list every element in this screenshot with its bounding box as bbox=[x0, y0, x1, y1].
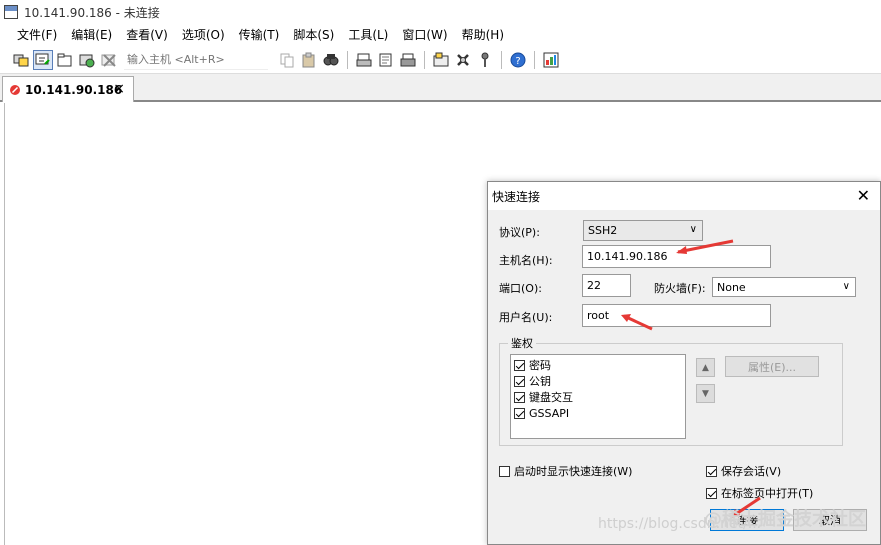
menu-bar: 文件(F) 编辑(E) 查看(V) 选项(O) 传输(T) 脚本(S) 工具(L… bbox=[0, 24, 881, 46]
triangle-down-icon: ▼ bbox=[702, 388, 709, 399]
toolbar-separator bbox=[347, 50, 348, 69]
firewall-select[interactable]: None ∨ bbox=[712, 277, 856, 297]
dialog-title: 快速连接 bbox=[492, 189, 541, 204]
tab-session[interactable]: 10.141.90.186 × bbox=[2, 76, 134, 102]
open-in-tab-label: 在标签页中打开(T) bbox=[721, 487, 814, 500]
quick-connect-icon[interactable] bbox=[33, 49, 53, 70]
move-up-button[interactable]: ▲ bbox=[696, 358, 715, 377]
print-icon[interactable] bbox=[398, 50, 418, 70]
auth-method-label: 密码 bbox=[529, 359, 551, 372]
protocol-label: 协议(P): bbox=[499, 226, 540, 239]
toolbar-separator bbox=[424, 50, 425, 69]
checkbox[interactable] bbox=[514, 391, 525, 403]
disconnect-icon[interactable] bbox=[99, 50, 119, 70]
find-icon[interactable] bbox=[321, 50, 341, 70]
tab-label: 10.141.90.186 bbox=[25, 82, 123, 97]
chevron-down-icon: ∨ bbox=[842, 281, 850, 292]
auth-method-label: GSSAPI bbox=[529, 406, 570, 420]
reconnect-icon[interactable] bbox=[77, 50, 97, 70]
print-setup-icon[interactable] bbox=[354, 50, 374, 70]
help-icon[interactable]: ? bbox=[508, 50, 528, 70]
username-label: 用户名(U): bbox=[499, 311, 553, 324]
menu-transfer[interactable]: 传输(T) bbox=[232, 24, 287, 46]
auth-method-password[interactable]: 密码 bbox=[511, 357, 685, 373]
copy-icon[interactable] bbox=[277, 50, 297, 70]
auth-group: 鉴权 密码 公钥 键盘交互 GSSAPI ▲ ▼ 属性(E)... bbox=[499, 335, 843, 446]
protocol-select[interactable]: SSH2 ∨ bbox=[583, 220, 703, 241]
svg-text:?: ? bbox=[515, 56, 520, 67]
auth-method-publickey[interactable]: 公钥 bbox=[511, 373, 685, 389]
global-options-icon[interactable] bbox=[453, 50, 473, 70]
protocol-value: SSH2 bbox=[588, 224, 618, 237]
quick-connect-dialog: 快速连接 ✕ 协议(P): SSH2 ∨ 主机名(H): 10.141.90.1… bbox=[487, 181, 881, 545]
dialog-title-bar: 快速连接 bbox=[488, 182, 880, 210]
auth-method-label: 键盘交互 bbox=[529, 391, 573, 404]
quick-connect-input[interactable] bbox=[124, 49, 268, 70]
menu-view[interactable]: 查看(V) bbox=[119, 24, 175, 46]
cancel-button[interactable]: 取消 bbox=[793, 509, 867, 531]
checkbox[interactable] bbox=[514, 359, 525, 371]
auth-method-gssapi[interactable]: GSSAPI bbox=[511, 405, 685, 421]
menu-window[interactable]: 窗口(W) bbox=[395, 24, 454, 46]
keymap-icon[interactable] bbox=[475, 50, 495, 70]
hostname-value: 10.141.90.186 bbox=[587, 250, 668, 263]
chevron-down-icon: ∨ bbox=[689, 224, 697, 235]
menu-file[interactable]: 文件(F) bbox=[10, 24, 64, 46]
toolbar: ? bbox=[0, 46, 881, 74]
hostname-label: 主机名(H): bbox=[499, 254, 553, 267]
move-down-button[interactable]: ▼ bbox=[696, 384, 715, 403]
show-on-startup-label: 启动时显示快速连接(W) bbox=[514, 465, 633, 478]
tab-close-icon[interactable]: × bbox=[113, 81, 125, 97]
checkbox[interactable] bbox=[499, 465, 510, 477]
checkbox[interactable] bbox=[514, 407, 525, 419]
window-title: 10.141.90.186 - 未连接 bbox=[24, 5, 160, 20]
port-value: 22 bbox=[587, 279, 601, 292]
properties-button[interactable]: 属性(E)... bbox=[725, 356, 819, 377]
app-icon bbox=[4, 5, 18, 19]
auth-method-label: 公钥 bbox=[529, 375, 551, 388]
auth-methods-list[interactable]: 密码 公钥 键盘交互 GSSAPI bbox=[510, 354, 686, 439]
menu-help[interactable]: 帮助(H) bbox=[455, 24, 511, 46]
dialog-close-icon[interactable]: ✕ bbox=[857, 186, 870, 205]
port-label: 端口(O): bbox=[499, 282, 542, 295]
toolbar-separator bbox=[534, 50, 535, 69]
paste-icon[interactable] bbox=[299, 50, 319, 70]
triangle-up-icon: ▲ bbox=[702, 362, 709, 373]
print-preview-icon[interactable] bbox=[376, 50, 396, 70]
connect-in-tab-icon[interactable] bbox=[55, 50, 75, 70]
save-session-option[interactable]: 保存会话(V) bbox=[706, 463, 781, 479]
username-input[interactable]: root bbox=[582, 304, 771, 327]
auth-method-keyboard-interactive[interactable]: 键盘交互 bbox=[511, 389, 685, 405]
checkbox[interactable] bbox=[706, 465, 717, 477]
save-session-label: 保存会话(V) bbox=[721, 465, 782, 478]
auth-group-title: 鉴权 bbox=[508, 335, 536, 351]
menu-tools[interactable]: 工具(L) bbox=[341, 24, 395, 46]
hostname-input[interactable]: 10.141.90.186 bbox=[582, 245, 771, 268]
port-input[interactable]: 22 bbox=[582, 274, 631, 297]
checkbox[interactable] bbox=[706, 487, 717, 499]
show-on-startup-option[interactable]: 启动时显示快速连接(W) bbox=[499, 463, 632, 479]
menu-edit[interactable]: 编辑(E) bbox=[64, 24, 119, 46]
firewall-label: 防火墙(F): bbox=[654, 282, 706, 295]
menu-options[interactable]: 选项(O) bbox=[175, 24, 232, 46]
username-value: root bbox=[587, 309, 610, 322]
menu-script[interactable]: 脚本(S) bbox=[286, 24, 341, 46]
connect-button[interactable]: 连接 bbox=[710, 509, 784, 531]
session-options-icon[interactable] bbox=[431, 50, 451, 70]
title-bar: 10.141.90.186 - 未连接 bbox=[0, 0, 881, 24]
chart-icon[interactable] bbox=[541, 50, 561, 70]
toolbar-separator bbox=[501, 50, 502, 69]
disconnected-icon bbox=[10, 84, 20, 95]
open-in-tab-option[interactable]: 在标签页中打开(T) bbox=[706, 485, 813, 501]
connect-icon[interactable] bbox=[11, 50, 31, 70]
firewall-value: None bbox=[717, 280, 746, 294]
checkbox[interactable] bbox=[514, 375, 525, 387]
tab-strip: 10.141.90.186 × bbox=[0, 74, 881, 102]
